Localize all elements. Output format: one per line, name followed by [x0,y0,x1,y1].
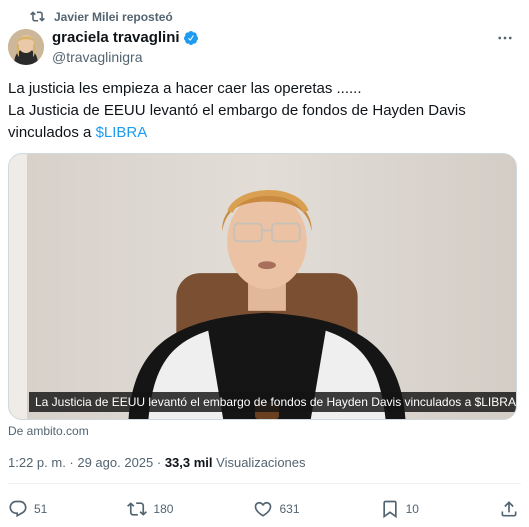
author-block[interactable]: graciela travaglini @travaglinigra [52,29,199,66]
reply-button[interactable]: 51 [8,499,47,519]
views-label: Visualizaciones [212,455,306,470]
video-thumbnail [9,154,516,419]
repost-icon [30,11,45,22]
tweet-line-3: vinculados a [8,124,96,141]
more-options-button[interactable] [495,28,515,48]
like-count: 631 [279,502,300,516]
share-button[interactable] [499,499,519,519]
like-button[interactable]: 631 [253,499,300,519]
bookmark-button[interactable]: 10 [380,499,419,519]
tweet-line-2: La Justicia de EEUU levantó el embargo d… [8,102,466,119]
repost-icon [127,502,148,516]
repost-button[interactable]: 180 [127,499,173,519]
author-display-name[interactable]: graciela travaglini [52,29,180,47]
tweet-meta: 1:22 p. m. · 29 ago. 2025 · 33,3 mil Vis… [8,455,306,470]
more-dots-icon [498,36,512,40]
reply-count: 51 [34,502,48,516]
timestamp[interactable]: 1:22 p. m. · 29 ago. 2025 · [8,455,165,470]
repost-count: 180 [153,502,174,516]
cashtag-link[interactable]: $LIBRA [96,124,148,141]
bookmark-icon [382,500,397,519]
reply-icon [9,500,27,518]
media-card[interactable]: La Justicia de EEUU levantó el embargo d… [8,153,517,420]
tweet-line-1: La justicia les empieza a hacer caer las… [8,80,362,97]
author-handle[interactable]: @travaglinigra [52,48,199,66]
avatar-image [8,29,44,65]
card-source[interactable]: De ambito.com [8,424,89,438]
video-caption: La Justicia de EEUU levantó el embargo d… [29,392,516,412]
views-count: 33,3 mil [164,455,213,470]
heart-icon [255,501,272,517]
share-icon [501,501,517,517]
tweet-text: La justicia les empieza a hacer caer las… [8,78,520,144]
divider [8,483,521,484]
bookmark-count: 10 [405,502,419,516]
repost-indicator[interactable]: Javier Milei reposteó [30,9,173,24]
repost-text: Javier Milei reposteó [54,9,173,24]
action-bar: 51 180 631 10 [8,497,519,521]
verified-badge-icon[interactable] [183,30,199,46]
avatar[interactable] [8,29,44,65]
